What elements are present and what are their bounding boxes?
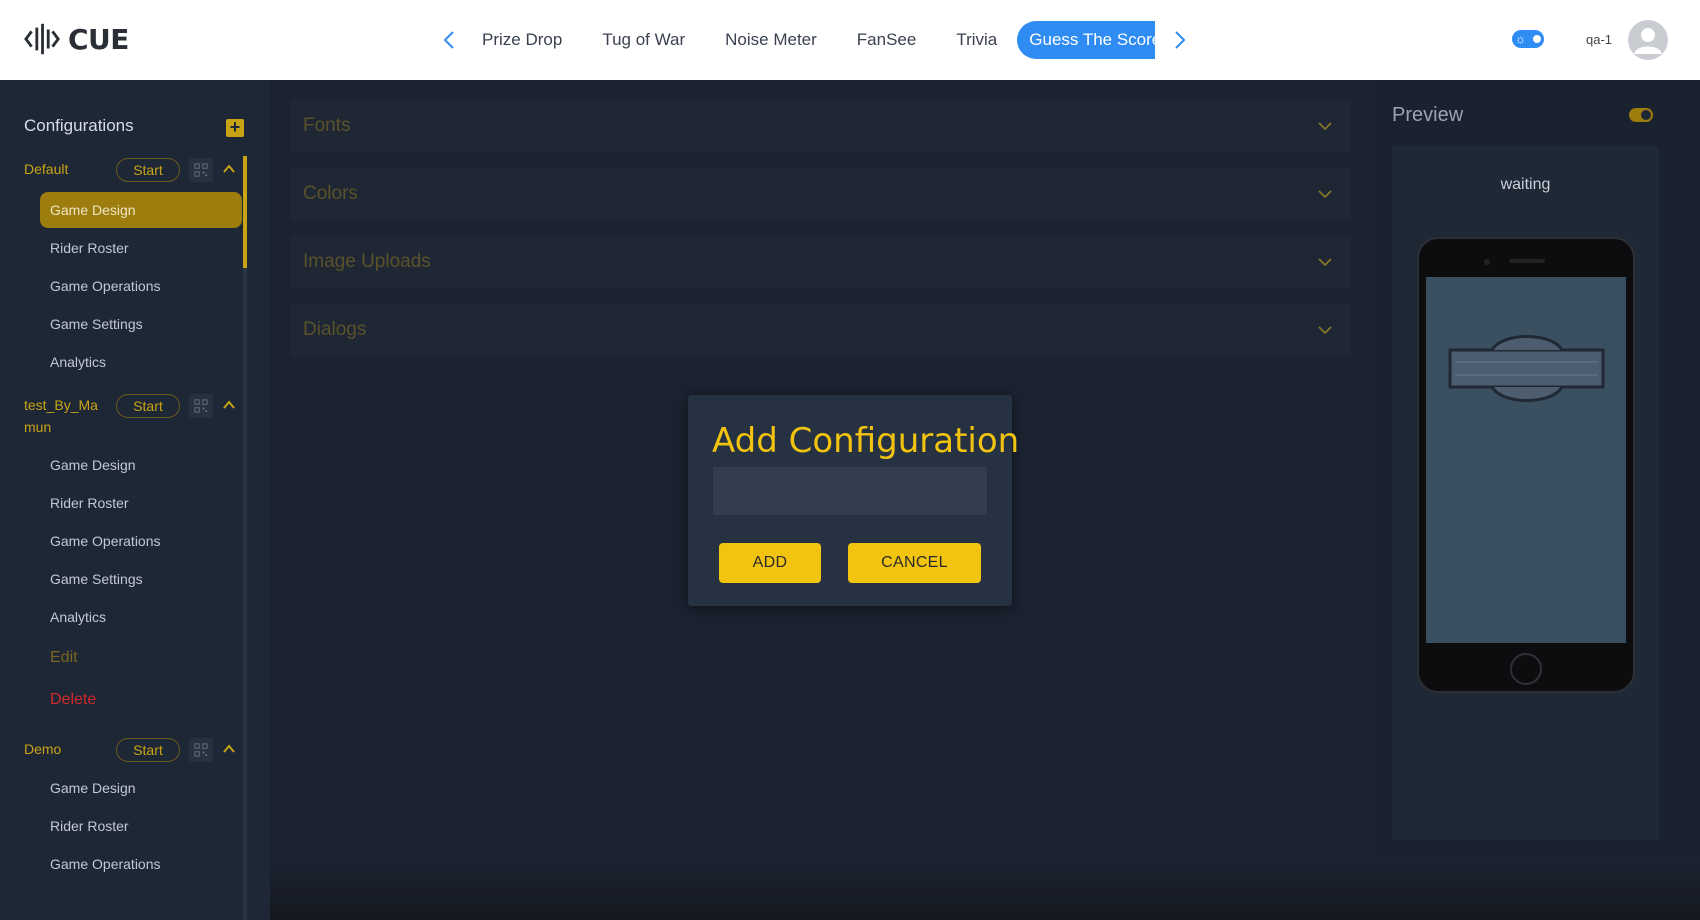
- sidebar-item-rider-roster[interactable]: Rider Roster: [40, 808, 242, 844]
- dialogs-panel[interactable]: Dialogs: [290, 304, 1351, 356]
- logo-mark-icon: [24, 23, 60, 55]
- chevron-down-icon: [1318, 258, 1332, 267]
- qr-code-button[interactable]: [189, 738, 213, 762]
- sidebar-item-game-design[interactable]: Game Design: [40, 447, 242, 483]
- tabs-next-button[interactable]: [1168, 26, 1192, 54]
- edit-config-button[interactable]: Edit: [40, 640, 242, 676]
- sidebar: Configurations + Default Start Game Desi…: [0, 80, 270, 920]
- panel-title: Fonts: [303, 115, 351, 136]
- toggle-knob: [1641, 110, 1651, 120]
- sidebar-item-game-settings[interactable]: Game Settings: [40, 306, 242, 342]
- sidebar-item-game-settings[interactable]: Game Settings: [40, 561, 242, 597]
- preview-title: Preview: [1392, 104, 1464, 126]
- tabs-prev-button[interactable]: [437, 26, 461, 54]
- chevron-up-icon[interactable]: [220, 396, 238, 414]
- logo[interactable]: CUE: [24, 20, 129, 58]
- colors-panel[interactable]: Colors: [290, 168, 1351, 220]
- add-configuration-dialog: Add Configuration ADD CANCEL: [688, 395, 1019, 606]
- sidebar-item-game-design[interactable]: Game Design: [40, 192, 242, 228]
- qr-code-button[interactable]: [189, 158, 213, 182]
- user-icon: [1634, 28, 1662, 54]
- qr-code-icon: [194, 743, 208, 757]
- fonts-panel[interactable]: Fonts: [290, 100, 1351, 152]
- game-tabs: Prize Drop Tug of War Noise Meter FanSee…: [470, 20, 1155, 60]
- sun-icon: ☼: [1515, 32, 1526, 46]
- chevron-right-icon: [1175, 31, 1186, 49]
- panel-title: Colors: [303, 183, 358, 204]
- config-name[interactable]: Demo: [24, 738, 114, 760]
- bottom-shade: [270, 860, 1700, 920]
- theme-toggle[interactable]: ☼: [1512, 30, 1544, 48]
- sidebar-item-game-operations[interactable]: Game Operations: [40, 268, 242, 304]
- panel-title: Dialogs: [303, 319, 367, 340]
- config-name[interactable]: Default: [24, 158, 114, 180]
- qr-code-icon: [194, 399, 208, 413]
- cancel-button[interactable]: CANCEL: [848, 543, 981, 583]
- sidebar-item-rider-roster[interactable]: Rider Roster: [40, 485, 242, 521]
- start-button[interactable]: Start: [116, 394, 180, 418]
- chevron-down-icon: [1318, 326, 1332, 335]
- chevron-up-icon[interactable]: [220, 740, 238, 758]
- dialog-title: Add Configuration: [712, 421, 1020, 461]
- sidebar-item-analytics[interactable]: Analytics: [40, 344, 242, 380]
- delete-config-button[interactable]: Delete: [40, 682, 242, 718]
- start-button[interactable]: Start: [116, 738, 180, 762]
- tab-trivia[interactable]: Trivia: [936, 21, 1017, 59]
- toggle-knob: [1533, 35, 1541, 43]
- chevron-down-icon: [1318, 190, 1332, 199]
- configuration-name-input[interactable]: [713, 467, 987, 515]
- add-configuration-button[interactable]: +: [226, 118, 244, 137]
- phone-mockup: [1417, 237, 1635, 693]
- tab-tug-of-war[interactable]: Tug of War: [582, 21, 705, 59]
- sidebar-item-game-design[interactable]: Game Design: [40, 770, 242, 806]
- preview-status: waiting: [1500, 176, 1551, 193]
- qr-code-button[interactable]: [189, 394, 213, 418]
- config-header-test-by-mamun[interactable]: test_By_Mamun Start: [24, 394, 244, 435]
- tab-fansee[interactable]: FanSee: [837, 21, 937, 59]
- sidebar-item-game-operations[interactable]: Game Operations: [40, 846, 242, 882]
- sidebar-item-rider-roster[interactable]: Rider Roster: [40, 230, 242, 266]
- logo-text: CUE: [68, 22, 129, 56]
- tab-guess-the-score[interactable]: Guess The Score: [1017, 21, 1155, 59]
- add-button[interactable]: ADD: [719, 543, 821, 583]
- sidebar-title: Configurations: [24, 116, 134, 135]
- qr-code-icon: [194, 163, 208, 177]
- preview-toggle[interactable]: [1629, 108, 1653, 122]
- sidebar-item-analytics[interactable]: Analytics: [40, 599, 242, 635]
- chevron-left-icon: [443, 31, 454, 49]
- username: qa-1: [1586, 32, 1613, 47]
- panel-title: Image Uploads: [303, 251, 431, 272]
- top-bar: CUE Prize Drop Tug of War Noise Meter Fa…: [0, 0, 1700, 80]
- chevron-down-icon: [1318, 122, 1332, 131]
- sidebar-item-game-operations[interactable]: Game Operations: [40, 523, 242, 559]
- avatar[interactable]: [1628, 20, 1668, 60]
- chevron-up-icon[interactable]: [220, 160, 238, 178]
- sidebar-scrollbar[interactable]: [243, 156, 247, 920]
- image-uploads-panel[interactable]: Image Uploads: [290, 236, 1351, 288]
- start-button[interactable]: Start: [116, 158, 180, 182]
- tab-noise-meter[interactable]: Noise Meter: [705, 21, 837, 59]
- config-name[interactable]: test_By_Mamun: [24, 394, 106, 438]
- tab-prize-drop[interactable]: Prize Drop: [470, 21, 582, 59]
